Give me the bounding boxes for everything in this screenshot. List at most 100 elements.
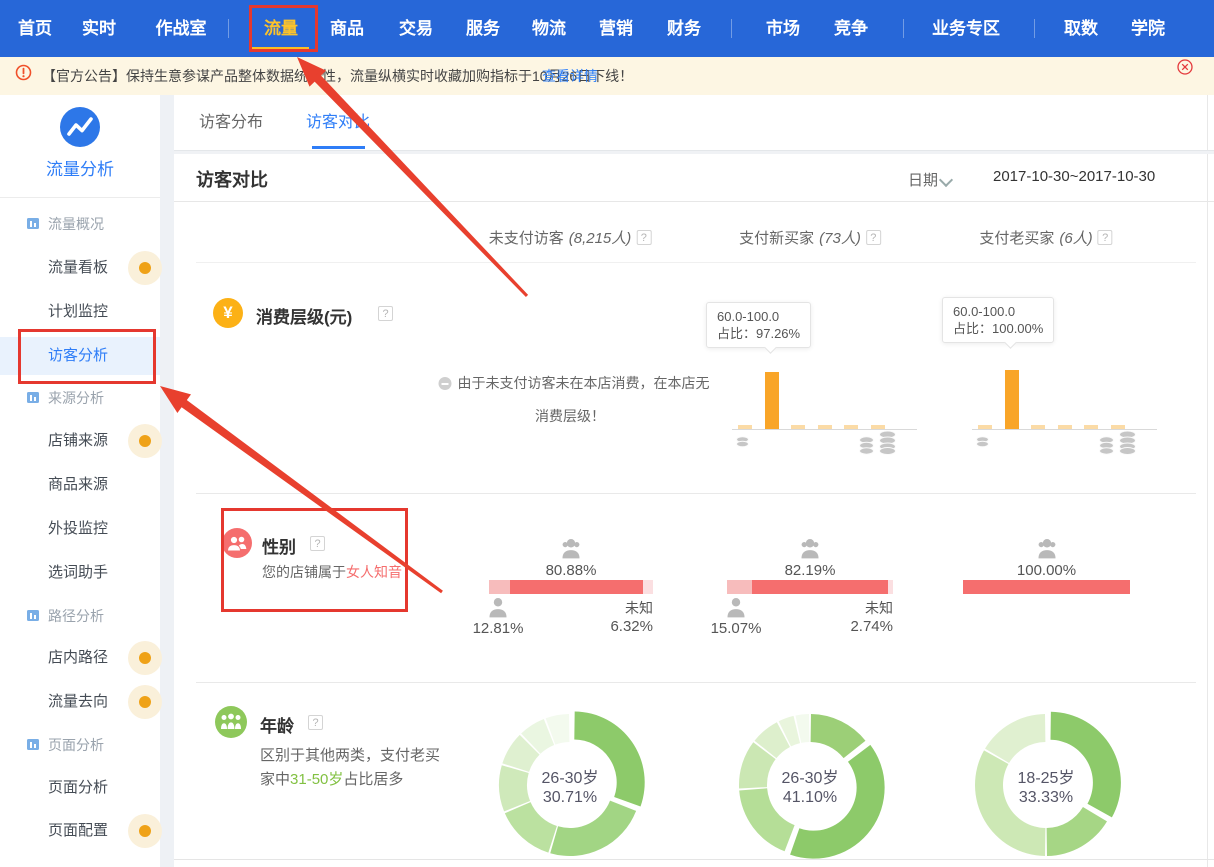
minus-icon xyxy=(439,377,452,390)
column-name: 未支付访客 xyxy=(489,227,564,248)
header-divider xyxy=(196,262,1196,263)
gender-stacked-bar xyxy=(727,580,893,594)
gender-bar-old-buyers: 100.00% xyxy=(963,538,1130,638)
column-count: (6人) xyxy=(1059,227,1092,248)
female-icon-wrap xyxy=(1036,538,1058,564)
section-divider xyxy=(196,493,1196,494)
bar xyxy=(1005,370,1019,429)
donut-segment xyxy=(1047,807,1107,856)
help-icon[interactable]: ? xyxy=(308,715,323,730)
male-icon xyxy=(487,597,509,618)
column-header-new-buyers: 支付新买家 (73人) ? xyxy=(739,227,881,248)
consumption-section-title: 消费层级(元) xyxy=(256,303,352,328)
donut-segment xyxy=(985,714,1045,763)
unknown-percentage: 2.74% xyxy=(850,618,893,635)
unknown-label: 未知 xyxy=(625,598,653,618)
coin-small-icon xyxy=(975,436,990,448)
age-desc-highlight: 31-50岁 xyxy=(290,771,343,788)
date-range-value[interactable]: 2017-10-30~2017-10-30 xyxy=(993,168,1155,185)
chart-tooltip: 60.0-100.0 占比：97.26% xyxy=(706,302,811,348)
help-icon[interactable]: ? xyxy=(1098,230,1113,245)
family-icon xyxy=(217,708,245,736)
female-segment xyxy=(963,580,1130,594)
unknown-label: 未知 xyxy=(865,598,893,618)
date-filter[interactable]: 日期 xyxy=(908,169,938,190)
donut-segment xyxy=(811,714,866,758)
donut-center-value: 30.71% xyxy=(543,789,597,807)
age-section-icon xyxy=(215,706,247,738)
tabbar-gap xyxy=(174,151,1214,154)
column-count: (8,215人) xyxy=(569,227,632,248)
gender-bar-new-buyers: 82.19%15.07%未知2.74% xyxy=(727,538,893,638)
consumption-level-icon: ¥ xyxy=(213,298,243,328)
column-header-old-buyers: 支付老买家 (6人) ? xyxy=(979,227,1112,248)
chart-tooltip: 60.0-100.0 占比：100.00% xyxy=(942,297,1054,343)
tab-active-underline xyxy=(312,146,365,149)
female-segment xyxy=(752,580,888,594)
yen-glyph: ¥ xyxy=(223,303,232,323)
bar xyxy=(765,372,779,429)
age-desc-text: 占比居多 xyxy=(343,771,403,788)
tooltip-value: 占比：97.26% xyxy=(717,325,800,342)
coin-stack-icon xyxy=(1098,436,1115,455)
female-icon xyxy=(560,538,582,559)
male-segment xyxy=(727,580,752,594)
content-right-border xyxy=(1207,95,1208,867)
donut-center-value: 41.10% xyxy=(783,789,837,807)
age-description-line1: 区别于其他两类，支付老买 xyxy=(260,744,440,765)
age-section-title: 年龄 xyxy=(260,712,294,737)
gender-section-icon xyxy=(222,528,252,558)
female-icon xyxy=(799,538,821,559)
coin-stack-large-icon xyxy=(878,430,897,455)
gender-desc-highlight: 女人知音 xyxy=(346,564,402,580)
donut-segment xyxy=(505,802,557,853)
tab-visitor-compare[interactable]: 访客对比 xyxy=(306,95,370,150)
coin-small-icon xyxy=(735,436,750,448)
panel-bottom-border xyxy=(174,859,1214,860)
column-header-unpaid-visitors: 未支付访客 (8,215人) ? xyxy=(489,227,652,248)
help-icon[interactable]: ? xyxy=(378,306,393,321)
female-percentage: 100.00% xyxy=(1017,562,1076,579)
column-name: 支付新买家 xyxy=(739,227,814,248)
age-description-line2: 家中31-50岁占比居多 xyxy=(260,768,403,789)
help-icon[interactable]: ? xyxy=(636,230,651,245)
donut-center-label: 26-30岁 xyxy=(542,764,599,788)
female-icon-wrap xyxy=(560,538,582,564)
tooltip-range: 60.0-100.0 xyxy=(953,303,1043,320)
unknown-percentage: 6.32% xyxy=(610,618,653,635)
coin-stack-large-icon xyxy=(1118,430,1137,455)
unknown-segment xyxy=(888,580,893,594)
unknown-segment xyxy=(643,580,653,594)
consumption-bar-chart-old-buyers xyxy=(972,366,1157,430)
female-segment xyxy=(510,580,643,594)
consumption-note-line1: 由于未支付访客未在本店消费，在本店无 xyxy=(439,373,710,393)
consumption-bar-chart-new-buyers xyxy=(732,366,917,430)
column-count: (73人) xyxy=(819,227,861,248)
donut-center-label: 18-25岁 xyxy=(1018,764,1075,788)
gender-stacked-bar xyxy=(963,580,1130,594)
gender-bar-unpaid-visitors: 80.88%12.81%未知6.32% xyxy=(489,538,653,638)
male-percentage: 15.07% xyxy=(711,620,762,637)
note-text: 由于未支付访客未在本店消费，在本店无 xyxy=(458,375,710,391)
help-icon[interactable]: ? xyxy=(866,230,881,245)
consumption-note-line2: 消费层级！ xyxy=(535,406,605,426)
page-title: 访客对比 xyxy=(196,166,268,192)
gender-stacked-bar xyxy=(489,580,653,594)
male-icon xyxy=(725,597,747,618)
donut-segment xyxy=(550,801,636,856)
gender-desc-text: 您的店铺属于 xyxy=(262,564,346,580)
female-icon-wrap xyxy=(799,538,821,564)
tab-visitor-distribution[interactable]: 访客分布 xyxy=(199,95,263,150)
help-icon[interactable]: ? xyxy=(310,536,325,551)
title-divider xyxy=(174,201,1214,202)
female-percentage: 80.88% xyxy=(546,562,597,579)
male-segment xyxy=(489,580,510,594)
donut-center-value: 33.33% xyxy=(1019,789,1073,807)
tooltip-value: 占比：100.00% xyxy=(953,320,1043,337)
male-percentage: 12.81% xyxy=(473,620,524,637)
section-divider xyxy=(196,682,1196,683)
people-icon xyxy=(223,529,251,557)
coin-stack-icon xyxy=(858,436,875,455)
donut-center-label: 26-30岁 xyxy=(782,764,839,788)
gender-section-title: 性别 xyxy=(262,533,296,558)
